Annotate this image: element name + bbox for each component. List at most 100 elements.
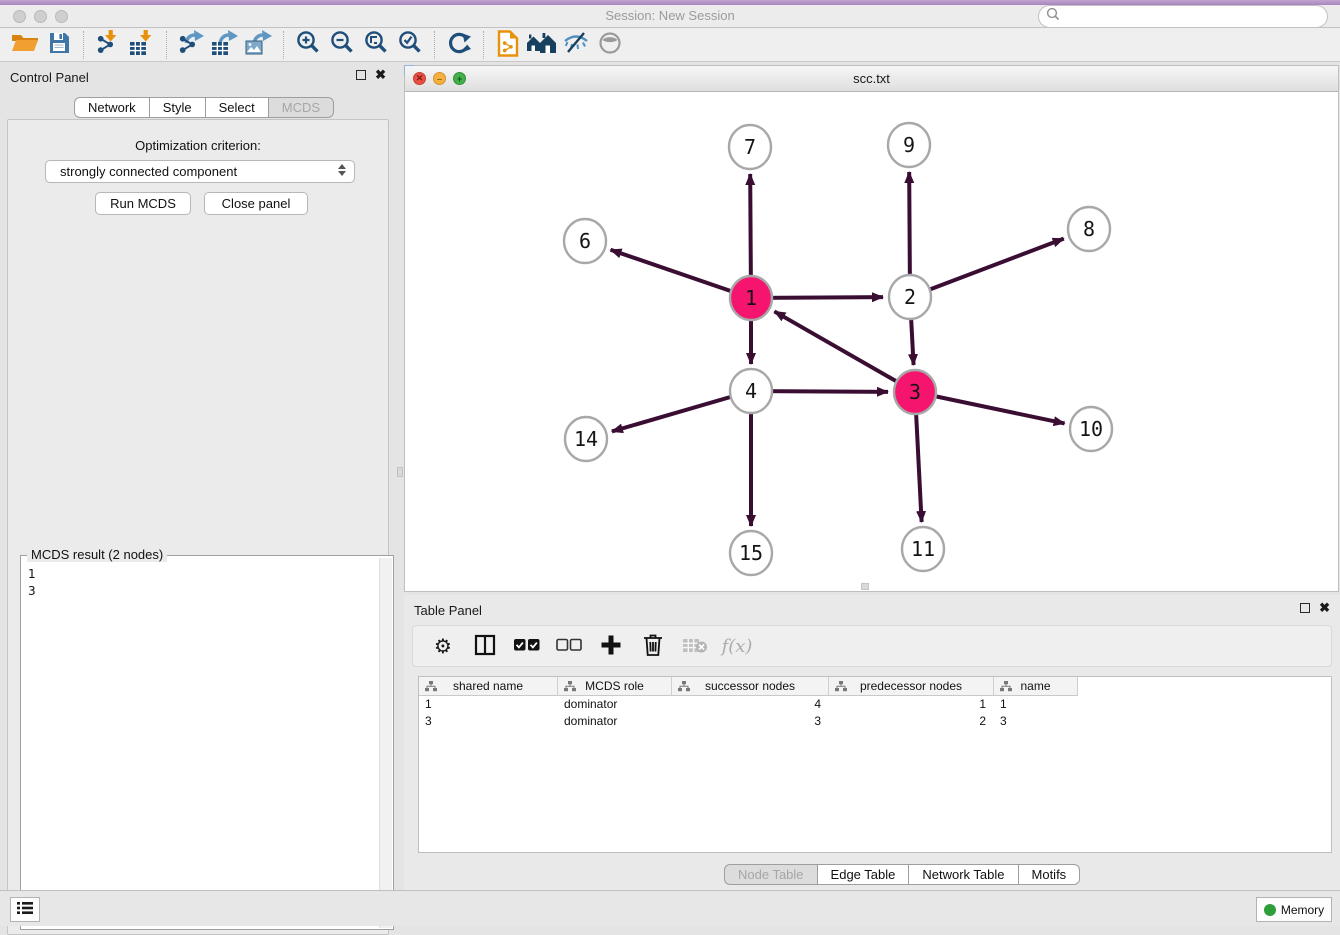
add-column-button[interactable] xyxy=(597,632,625,660)
tab-network[interactable]: Network xyxy=(74,97,150,118)
export-table-icon xyxy=(211,30,239,59)
list-icon xyxy=(17,901,33,918)
search-input[interactable] xyxy=(1064,10,1314,24)
first-neighbors-button[interactable] xyxy=(525,30,559,60)
split-view-button[interactable] xyxy=(471,632,499,660)
export-network-button[interactable] xyxy=(174,30,208,60)
delete-column-button[interactable] xyxy=(639,632,667,660)
network-canvas[interactable]: 7 9 6 8 1 2 4 3 14 10 15 11 xyxy=(405,92,1338,591)
tab-style[interactable]: Style xyxy=(150,97,206,118)
select-all-button[interactable] xyxy=(513,632,541,660)
toolbar-separator xyxy=(166,31,167,59)
table-panel-header: Table Panel ✖ xyxy=(404,595,1340,625)
graph-node-9[interactable]: 9 xyxy=(888,123,930,167)
splitter-grip[interactable] xyxy=(397,467,403,477)
deselect-all-button[interactable] xyxy=(555,632,583,660)
run-mcds-button[interactable]: Run MCDS xyxy=(95,192,191,215)
table-cell[interactable]: 2 xyxy=(829,713,994,730)
tab-motifs[interactable]: Motifs xyxy=(1019,864,1081,885)
export-network-icon xyxy=(177,30,205,59)
new-network-button[interactable] xyxy=(491,30,525,60)
table-cell[interactable]: 3 xyxy=(672,713,829,730)
table-row[interactable]: 1dominator411 xyxy=(419,696,1078,713)
svg-text:7: 7 xyxy=(744,135,756,159)
column-type-icon xyxy=(835,681,847,695)
network-graph[interactable]: 7 9 6 8 1 2 4 3 14 10 15 11 xyxy=(405,92,1338,591)
tab-node-table[interactable]: Node Table xyxy=(724,864,818,885)
graph-node-11[interactable]: 11 xyxy=(902,527,944,571)
graph-node-10[interactable]: 10 xyxy=(1070,407,1112,451)
column-header-successor-nodes[interactable]: successor nodes xyxy=(672,677,829,696)
table-cell[interactable]: 3 xyxy=(994,713,1078,730)
table-cell[interactable]: 4 xyxy=(672,696,829,713)
node-table[interactable]: shared nameMCDS rolesuccessor nodes prede… xyxy=(418,676,1332,853)
zoom-out-button[interactable] xyxy=(325,30,359,60)
hide-selected-button[interactable] xyxy=(559,30,593,60)
graph-node-3[interactable]: 3 xyxy=(894,370,936,414)
graph-edge-2-8[interactable] xyxy=(910,239,1064,297)
table-options-button[interactable]: ⚙ xyxy=(429,632,457,660)
zoom-fit-button[interactable] xyxy=(359,30,393,60)
zoom-in-icon xyxy=(295,30,321,59)
column-header-MCDS-role[interactable]: MCDS role xyxy=(558,677,672,696)
graph-node-6[interactable]: 6 xyxy=(564,219,606,263)
graph-node-14[interactable]: 14 xyxy=(565,417,607,461)
search-field[interactable] xyxy=(1038,5,1328,28)
memory-button[interactable]: Memory xyxy=(1256,897,1332,922)
graph-node-1[interactable]: 1 xyxy=(730,276,772,320)
graph-node-2[interactable]: 2 xyxy=(889,275,931,319)
column-type-icon xyxy=(1000,681,1012,695)
svg-text:2: 2 xyxy=(904,285,916,309)
column-header-predecessor-nodes[interactable]: predecessor nodes xyxy=(829,677,994,696)
frame-resize-grip[interactable] xyxy=(861,583,869,590)
tab-edge-table[interactable]: Edge Table xyxy=(818,864,910,885)
mcds-result-scrollbar[interactable] xyxy=(379,558,392,928)
close-panel-icon[interactable]: ✖ xyxy=(375,70,386,80)
graph-node-7[interactable]: 7 xyxy=(729,125,771,169)
zoom-in-button[interactable] xyxy=(291,30,325,60)
float-panel-icon[interactable] xyxy=(356,70,366,80)
table-cell[interactable]: dominator xyxy=(558,713,672,730)
svg-text:4: 4 xyxy=(745,379,757,403)
function-builder-icon: f(x) xyxy=(722,636,753,657)
mcds-result-text[interactable]: 13 xyxy=(22,562,379,928)
open-session-button[interactable] xyxy=(8,30,42,60)
svg-text:8: 8 xyxy=(1083,217,1095,241)
save-session-button[interactable] xyxy=(42,30,76,60)
close-table-panel-icon[interactable]: ✖ xyxy=(1319,603,1330,613)
table-row[interactable]: 3dominator323 xyxy=(419,713,1078,730)
graph-edge-3-1[interactable] xyxy=(774,311,915,392)
column-header-shared-name[interactable]: shared name xyxy=(419,677,558,696)
network-window-titlebar[interactable]: ✕ – + scc.txt xyxy=(405,66,1338,92)
graph-node-4[interactable]: 4 xyxy=(730,369,772,413)
panel-splitter[interactable] xyxy=(396,62,404,890)
import-table-button[interactable] xyxy=(125,30,159,60)
export-image-button[interactable] xyxy=(242,30,276,60)
tab-mcds[interactable]: MCDS xyxy=(269,97,334,118)
close-panel-button[interactable]: Close panel xyxy=(204,192,308,215)
network-window[interactable]: ✕ – + scc.txt 7 9 6 8 1 2 4 3 14 10 15 11 xyxy=(404,65,1339,592)
table-cell[interactable]: 1 xyxy=(994,696,1078,713)
apply-layout-button[interactable] xyxy=(442,30,476,60)
graph-node-8[interactable]: 8 xyxy=(1068,207,1110,251)
graph-edge-3-10[interactable] xyxy=(915,392,1065,423)
table-cell[interactable]: 3 xyxy=(419,713,558,730)
zoom-selected-button[interactable] xyxy=(393,30,427,60)
task-history-button[interactable] xyxy=(10,897,40,922)
criterion-label: Optimization criterion: xyxy=(8,138,388,153)
column-label: predecessor nodes xyxy=(860,679,962,693)
tab-network-table[interactable]: Network Table xyxy=(909,864,1018,885)
show-all-button[interactable] xyxy=(593,30,627,60)
graph-node-15[interactable]: 15 xyxy=(730,531,772,575)
search-icon xyxy=(1046,7,1060,26)
column-header-name[interactable]: name xyxy=(994,677,1078,696)
tab-select[interactable]: Select xyxy=(206,97,269,118)
table-cell[interactable]: 1 xyxy=(419,696,558,713)
delete-column-icon xyxy=(643,633,663,660)
import-network-button[interactable] xyxy=(91,30,125,60)
float-table-panel-icon[interactable] xyxy=(1300,603,1310,613)
table-cell[interactable]: dominator xyxy=(558,696,672,713)
table-cell[interactable]: 1 xyxy=(829,696,994,713)
criterion-dropdown[interactable]: strongly connected component xyxy=(45,160,355,183)
export-table-button[interactable] xyxy=(208,30,242,60)
